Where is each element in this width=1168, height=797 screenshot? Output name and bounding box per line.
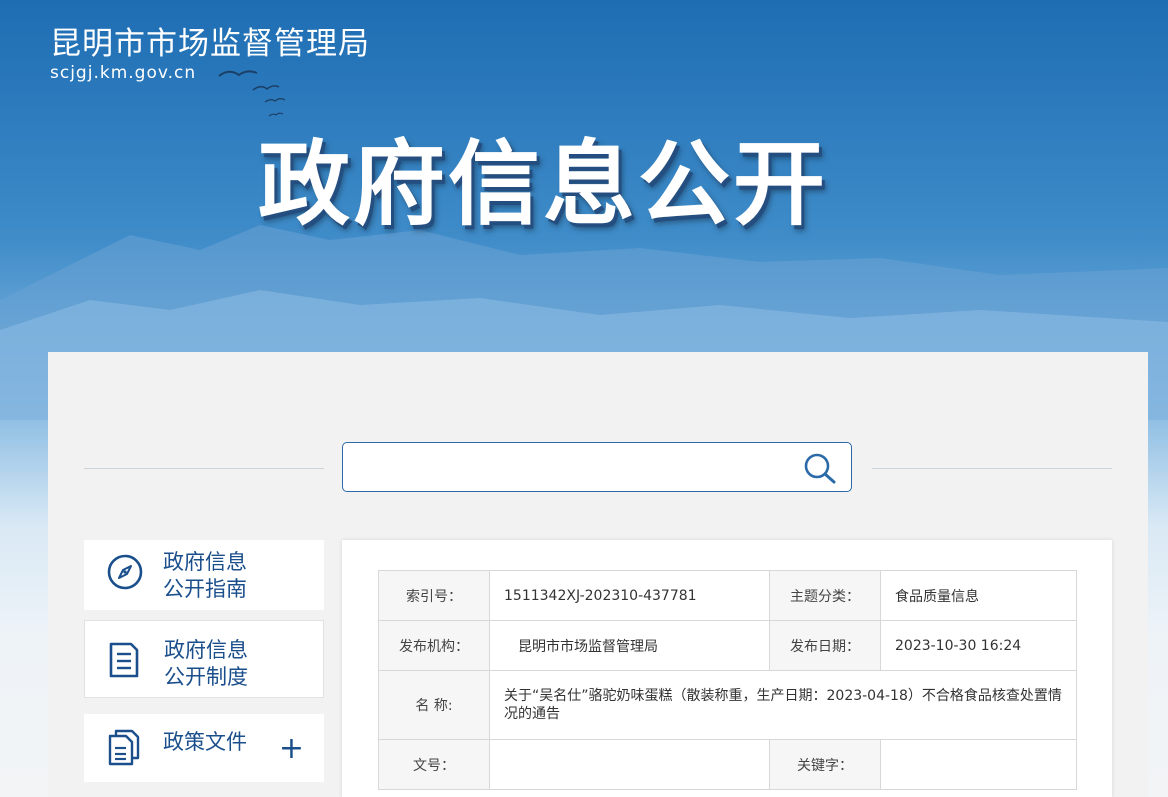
date-label: 发布日期： — [769, 620, 881, 671]
docno-label: 文号： — [378, 739, 490, 790]
date-value: 2023-10-30 16:24 — [880, 620, 1077, 671]
metadata-table: 索引号： 1511342XJ-202310-437781 主题分类： 食品质量信… — [378, 570, 1077, 790]
sidebar-item-policy[interactable]: 政府信息 公开制度 — [84, 620, 324, 698]
compass-icon — [107, 554, 143, 590]
publisher-label: 发布机构： — [378, 620, 490, 671]
topic-value: 食品质量信息 — [880, 570, 1077, 621]
search-icon[interactable] — [803, 452, 837, 484]
docno-value — [489, 739, 770, 790]
table-row: 名 称: 关于“吴名仕”骆驼奶味蛋糕（散装称重，生产日期：2023-04-18）… — [378, 670, 1077, 740]
divider-right — [872, 468, 1112, 469]
name-label: 名 称: — [378, 670, 490, 740]
sidebar-item-label: 政府信息 公开指南 — [163, 550, 247, 601]
document-icon — [109, 642, 139, 678]
search-input[interactable] — [355, 451, 799, 485]
divider-left — [84, 468, 324, 469]
site-title[interactable]: 昆明市市场监督管理局 — [50, 18, 370, 63]
search-box — [342, 442, 852, 492]
keywords-label: 关键字： — [769, 739, 881, 790]
files-icon — [108, 729, 140, 766]
sidebar-item-policy-files[interactable]: 政策文件 + — [84, 714, 324, 782]
index-label: 索引号： — [378, 570, 490, 621]
topic-label: 主题分类： — [769, 570, 881, 621]
keywords-value — [880, 739, 1077, 790]
expand-plus-icon[interactable]: + — [279, 734, 304, 764]
document-title: 关于“吴名仕”骆驼奶味蛋糕（散装称重，生产日期：2023-04-18）不合格食品… — [489, 670, 1077, 740]
table-row: 文号： 关键字： — [378, 739, 1077, 790]
table-row: 发布机构： 昆明市市场监督管理局 发布日期： 2023-10-30 16:24 — [378, 620, 1077, 671]
index-value: 1511342XJ-202310-437781 — [489, 570, 770, 621]
sidebar-item-label: 政策文件 — [163, 730, 247, 754]
publisher-value: 昆明市市场监督管理局 — [489, 620, 770, 671]
table-row: 索引号： 1511342XJ-202310-437781 主题分类： 食品质量信… — [378, 570, 1077, 621]
birds-icon — [218, 70, 286, 117]
site-domain: scjgj.km.gov.cn — [50, 63, 197, 83]
sidebar-item-guide[interactable]: 政府信息 公开指南 — [84, 540, 324, 610]
sidebar-item-label: 政府信息 公开制度 — [164, 638, 248, 689]
hero-title: 政府信息公开 — [258, 131, 829, 238]
content-card: 索引号： 1511342XJ-202310-437781 主题分类： 食品质量信… — [342, 540, 1112, 797]
